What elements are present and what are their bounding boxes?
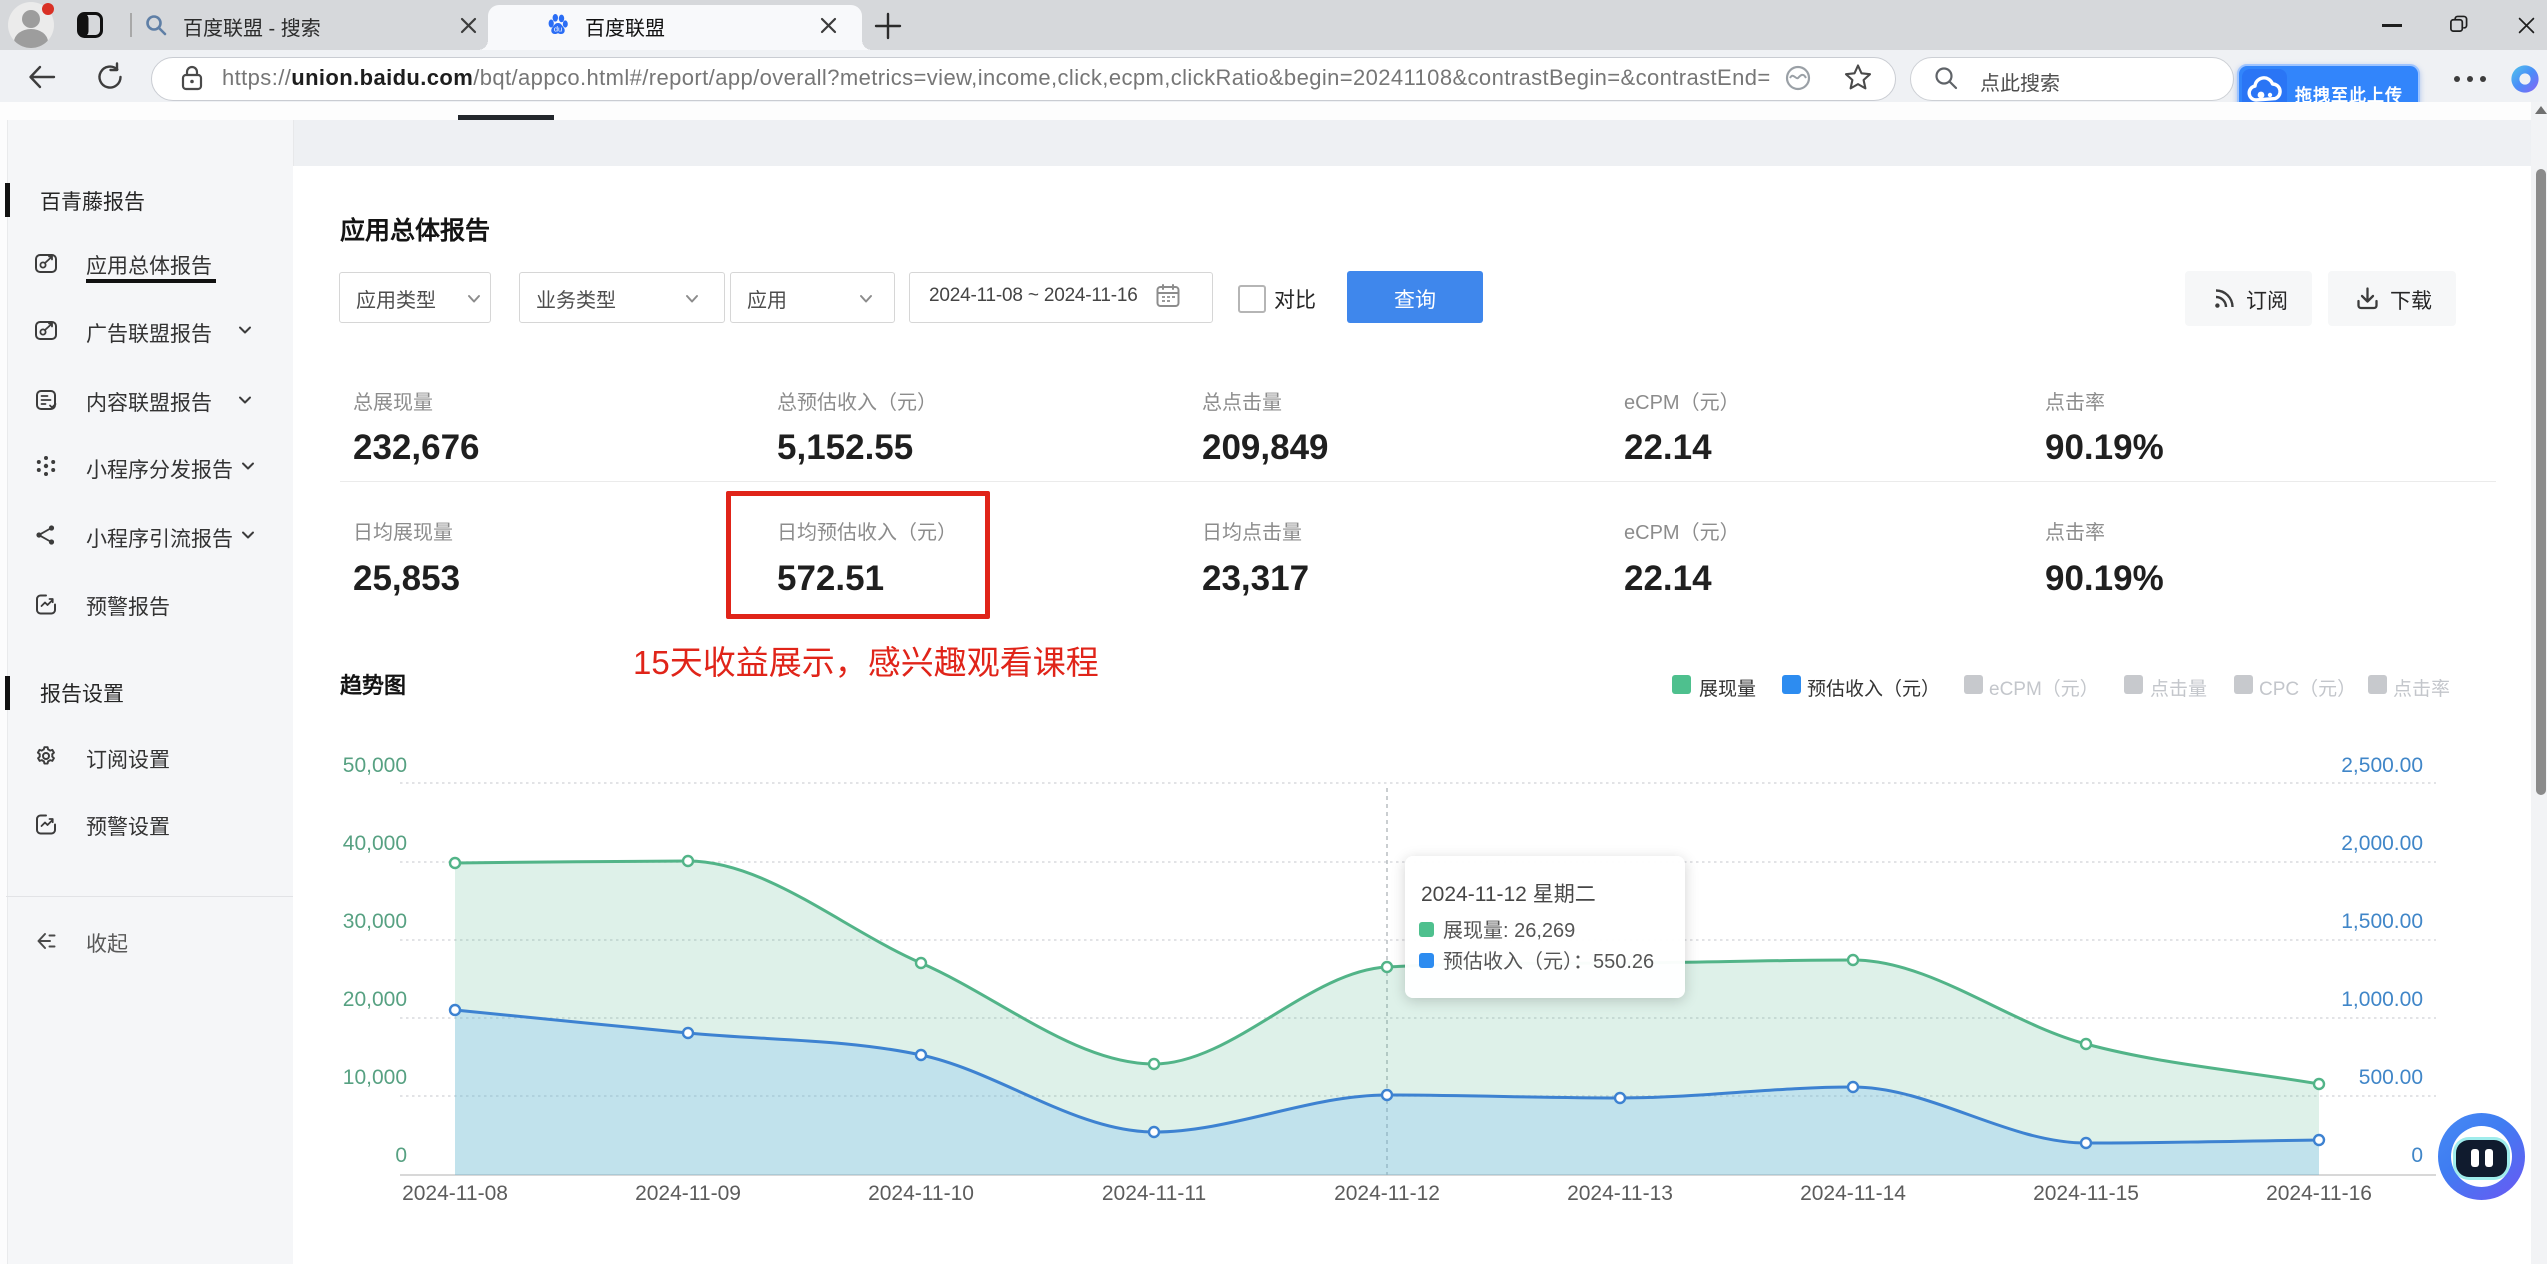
svg-text:1,000.00: 1,000.00 — [2341, 988, 2423, 1011]
svg-text:0: 0 — [2411, 1144, 2423, 1167]
svg-text:0: 0 — [395, 1144, 407, 1167]
svg-text:500.00: 500.00 — [2359, 1066, 2423, 1089]
svg-text:20,000: 20,000 — [343, 988, 407, 1011]
svg-text:1,500.00: 1,500.00 — [2341, 910, 2423, 933]
svg-text:2024-11-11: 2024-11-11 — [1102, 1182, 1206, 1205]
svg-text:2024-11-12: 2024-11-12 — [1334, 1182, 1440, 1205]
svg-text:2024-11-10: 2024-11-10 — [868, 1182, 974, 1205]
svg-text:50,000: 50,000 — [343, 754, 407, 777]
svg-text:2,000.00: 2,000.00 — [2341, 832, 2423, 855]
svg-text:40,000: 40,000 — [343, 832, 407, 855]
svg-text:2,500.00: 2,500.00 — [2341, 754, 2423, 777]
svg-text:2024-11-15: 2024-11-15 — [2033, 1182, 2139, 1205]
svg-text:30,000: 30,000 — [343, 910, 407, 933]
svg-text:2024-11-16: 2024-11-16 — [2266, 1182, 2372, 1205]
svg-text:2024-11-13: 2024-11-13 — [1567, 1182, 1673, 1205]
svg-text:2024-11-14: 2024-11-14 — [1800, 1182, 1906, 1205]
svg-text:2024-11-09: 2024-11-09 — [635, 1182, 741, 1205]
svg-text:2024-11-08: 2024-11-08 — [402, 1182, 508, 1205]
svg-text:10,000: 10,000 — [343, 1066, 407, 1089]
